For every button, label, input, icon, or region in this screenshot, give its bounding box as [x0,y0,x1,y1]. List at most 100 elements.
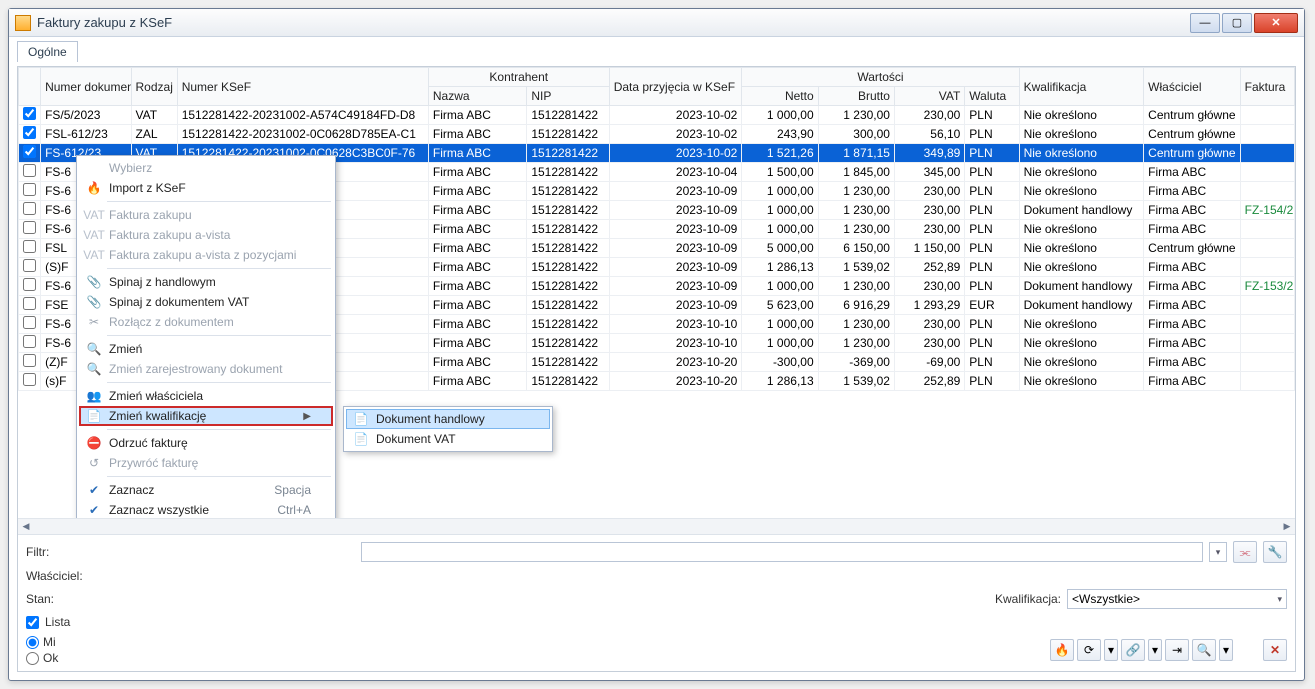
ctx-przywroc-fakture[interactable]: ↺Przywróć fakturę [79,453,333,473]
ctx-zmien-zarejestrowany[interactable]: 🔍Zmień zarejestrowany dokument [79,359,333,379]
close-button[interactable]: ✕ [1254,13,1298,33]
ctx-zmien-wlasciciela[interactable]: 👥Zmień właściciela [79,386,333,406]
kwalifikacja-label: Kwalifikacja: [995,592,1061,606]
row-checkbox[interactable] [23,316,36,329]
col-wlasciciel[interactable]: Właściciel [1144,68,1240,106]
row-checkbox[interactable] [23,164,36,177]
ctx-faktura-avista-poz[interactable]: VATFaktura zakupu a-vista z pozycjami [79,245,333,265]
row-checkbox[interactable] [23,373,36,386]
col-nip[interactable]: NIP [527,87,609,106]
ctx-faktura-avista[interactable]: VATFaktura zakupu a-vista [79,225,333,245]
caret-icon: ▾ [1108,643,1114,657]
tab-ogolne[interactable]: Ogólne [17,41,78,62]
ctx-zmien-kwalifikacje[interactable]: 📄Zmień kwalifikację▶ 📄Dokument handlowy … [79,406,333,426]
radio-ok[interactable] [26,652,39,665]
col-nazwa[interactable]: Nazwa [428,87,526,106]
filtr-input[interactable] [361,542,1203,562]
ctx-zaznacz-wszystkie[interactable]: ✔Zaznacz wszystkieCtrl+A [79,500,333,518]
row-checkbox[interactable] [23,145,36,158]
col-numer[interactable]: Numer dokumen [41,68,131,106]
row-checkbox[interactable] [23,221,36,234]
toolbar-history-button[interactable]: ⟳ [1077,639,1101,661]
lista-checkbox[interactable] [26,616,39,629]
filtr-dropdown[interactable]: ▾ [1209,542,1227,562]
close-x-icon: ✕ [1270,643,1280,657]
col-brutto[interactable]: Brutto [818,87,894,106]
scroll-right-icon[interactable]: ▶ [1279,520,1295,534]
toolbar-export-button[interactable]: ⇥ [1165,639,1189,661]
col-checkbox[interactable] [19,68,41,106]
context-menu[interactable]: Wybierz 🔥Import z KSeF VATFaktura zakupu… [76,155,336,518]
search-icon: 🔍 [1197,643,1212,657]
col-waluta[interactable]: Waluta [965,87,1019,106]
col-kontrahent-group[interactable]: Kontrahent [428,68,609,87]
wlasciciel-label: Właściciel: [26,569,83,583]
filtr-label: Filtr: [26,545,49,559]
toolbar-refresh-button[interactable]: 🔥 [1050,639,1074,661]
col-faktura[interactable]: Faktura [1240,68,1294,106]
row-checkbox[interactable] [23,259,36,272]
ctx-wybierz[interactable]: Wybierz [79,158,333,178]
ctx-zmien[interactable]: 🔍Zmień [79,339,333,359]
window-title: Faktury zakupu z KSeF [37,15,1190,30]
row-checkbox[interactable] [23,297,36,310]
toolbar-dropdown1[interactable]: ▾ [1104,639,1118,661]
row-checkbox[interactable] [23,183,36,196]
toolbar-dropdown3[interactable]: ▾ [1219,639,1233,661]
maximize-button[interactable]: ▢ [1222,13,1252,33]
col-wartosci-group[interactable]: Wartości [742,68,1019,87]
tabstrip: Ogólne [9,37,1304,62]
submenu-kwalifikacja[interactable]: 📄Dokument handlowy 📄Dokument VAT [343,406,553,452]
toolbar-search-button[interactable]: 🔍 [1192,639,1216,661]
footer-panel: Filtr: ▾ ⫘ 🔧 Właściciel: Stan: Kwalifika… [18,534,1295,671]
scroll-left-icon[interactable]: ◀ [18,520,34,534]
toolbar-link-button[interactable]: 🔗 [1121,639,1145,661]
ctx-odrzuc-fakture[interactable]: ⛔Odrzuć fakturę [79,433,333,453]
col-netto[interactable]: Netto [742,87,818,106]
fire-icon: 🔥 [1055,643,1070,657]
col-ksef[interactable]: Numer KSeF [177,68,428,106]
horizontal-scrollbar[interactable]: ◀ ▶ [18,518,1295,534]
lista-label: Lista [45,615,70,629]
col-rodzaj[interactable]: Rodzaj [131,68,177,106]
ctx-faktura-zakupu[interactable]: VATFaktura zakupu [79,205,333,225]
minimize-button[interactable]: — [1190,13,1220,33]
history-icon: ⟳ [1084,643,1094,657]
filter-settings-button[interactable]: 🔧 [1263,541,1287,563]
filter-funnel-button[interactable]: ⫘ [1233,541,1257,563]
caret-icon: ▾ [1152,643,1158,657]
col-vat[interactable]: VAT [894,87,964,106]
titlebar: Faktury zakupu z KSeF — ▢ ✕ [9,9,1304,37]
ctx-rozlacz[interactable]: ✂Rozłącz z dokumentem [79,312,333,332]
row-checkbox[interactable] [23,278,36,291]
kwalifikacja-select[interactable]: <Wszystkie>▾ [1067,589,1287,609]
radio-mi[interactable] [26,636,39,649]
stan-label: Stan: [26,592,72,606]
row-checkbox[interactable] [23,202,36,215]
app-window: Faktury zakupu z KSeF — ▢ ✕ Ogólne Numer… [8,8,1305,681]
funnel-icon: ⫘ [1240,545,1251,560]
toolbar-close-button[interactable]: ✕ [1263,639,1287,661]
ctx-spinaj-handlowy[interactable]: 📎Spinaj z handlowym [79,272,333,292]
sub-dokument-handlowy[interactable]: 📄Dokument handlowy [346,409,550,429]
workarea: Numer dokumen Rodzaj Numer KSeF Kontrahe… [17,66,1296,672]
caret-icon: ▾ [1223,643,1229,657]
ctx-import-ksef[interactable]: 🔥Import z KSeF [79,178,333,198]
sub-dokument-vat[interactable]: 📄Dokument VAT [346,429,550,449]
row-checkbox[interactable] [23,335,36,348]
ctx-zaznacz[interactable]: ✔ZaznaczSpacja [79,480,333,500]
wrench-icon: 🔧 [1268,545,1283,559]
col-data[interactable]: Data przyjęcia w KSeF [609,68,742,106]
row-checkbox[interactable] [23,354,36,367]
row-checkbox[interactable] [23,126,36,139]
link-icon: 🔗 [1126,643,1141,657]
ctx-spinaj-vat[interactable]: 📎Spinaj z dokumentem VAT [79,292,333,312]
export-icon: ⇥ [1172,643,1182,657]
row-checkbox[interactable] [23,240,36,253]
table-row[interactable]: FS/5/2023VAT1512281422-20231002-A574C491… [19,106,1295,125]
row-checkbox[interactable] [23,107,36,120]
toolbar-dropdown2[interactable]: ▾ [1148,639,1162,661]
app-icon [15,15,31,31]
col-kwalifikacja[interactable]: Kwalifikacja [1019,68,1144,106]
table-row[interactable]: FSL-612/23ZAL1512281422-20231002-0C0628D… [19,125,1295,144]
